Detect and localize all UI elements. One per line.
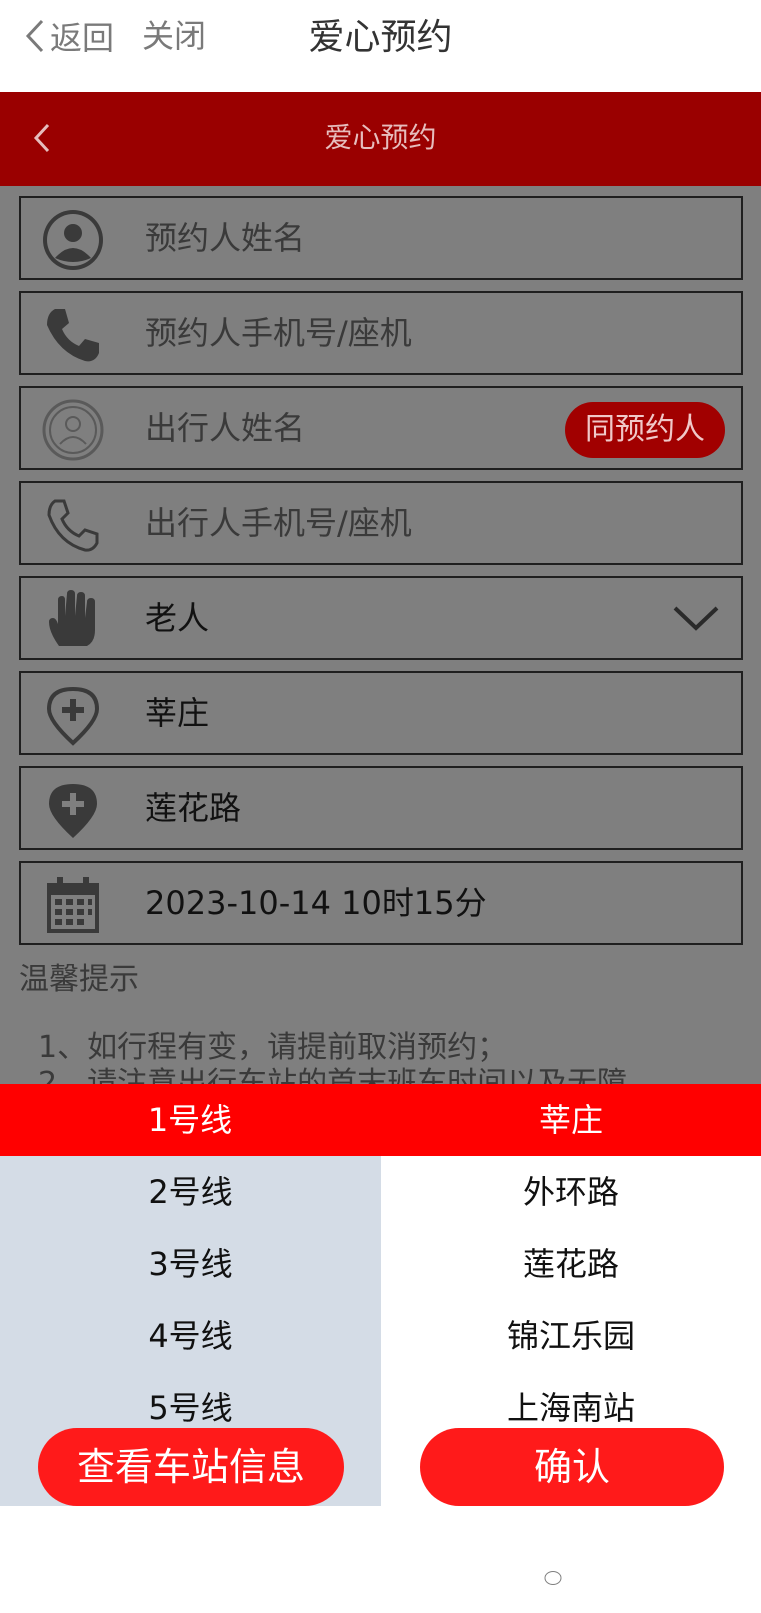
same-as-booker-button[interactable]: 同预约人: [565, 402, 725, 458]
line-option[interactable]: 3号线: [0, 1228, 381, 1300]
person-icon: [43, 210, 103, 270]
watermark: 上海地铁shmetro: [536, 1560, 733, 1592]
chevron-down-icon: [673, 606, 719, 631]
start-station-value: 莘庄: [145, 694, 210, 732]
app-header: 爱心预约: [0, 92, 761, 186]
confirm-button[interactable]: 确认: [420, 1428, 724, 1506]
station-picker: 1号线 莘庄 2号线 3号线 4号线 5号线 6号线 外环路 莲花路 锦江乐园 …: [0, 1084, 761, 1613]
passenger-type-value: 老人: [145, 599, 210, 637]
booker-phone-placeholder: 预约人手机号/座机: [145, 314, 412, 352]
top-nav-bar: 返回 关闭 爱心预约: [0, 0, 761, 92]
selected-line[interactable]: 1号线: [0, 1098, 380, 1142]
line-option[interactable]: 4号线: [0, 1300, 381, 1372]
wechat-icon: [537, 1566, 562, 1585]
end-station-field[interactable]: 莲花路: [19, 766, 743, 850]
tips-title: 温馨提示: [19, 962, 139, 997]
phone-outline-icon: [47, 499, 99, 552]
traveler-name-placeholder: 出行人姓名: [145, 409, 306, 447]
location-plus-outline-icon: [46, 686, 100, 746]
line-option[interactable]: 2号线: [0, 1156, 381, 1228]
location-plus-filled-icon: [49, 784, 97, 838]
tip-item: 1、如行程有变，请提前取消预约；: [38, 1030, 508, 1065]
view-station-info-button[interactable]: 查看车站信息: [38, 1428, 344, 1506]
station-option[interactable]: 外环路: [381, 1156, 761, 1228]
station-option[interactable]: 锦江乐园: [381, 1300, 761, 1372]
passenger-type-select[interactable]: 老人: [19, 576, 743, 660]
calendar-icon: [47, 877, 99, 933]
station-option[interactable]: 莲花路: [381, 1228, 761, 1300]
picker-selected-row: 1号线 莘庄: [0, 1084, 761, 1156]
hand-icon: [49, 590, 95, 646]
traveler-name-field[interactable]: 出行人姓名 同预约人: [19, 386, 743, 470]
booker-phone-field[interactable]: 预约人手机号/座机: [19, 291, 743, 375]
traveler-phone-placeholder: 出行人手机号/座机: [145, 504, 412, 542]
end-station-value: 莲花路: [145, 789, 242, 827]
person-outline-icon: [42, 399, 104, 461]
datetime-value: 2023-10-14 10时15分: [145, 884, 487, 922]
page-title: 爱心预约: [308, 17, 453, 58]
selected-station[interactable]: 莘庄: [381, 1098, 761, 1142]
booking-form: 预约人姓名 预约人手机号/座机 出行人姓名 同预约人 出行人手机号/座机 老人: [19, 196, 743, 956]
start-station-field[interactable]: 莘庄: [19, 671, 743, 755]
phone-icon: [47, 309, 99, 362]
booker-name-field[interactable]: 预约人姓名: [19, 196, 743, 280]
booker-name-placeholder: 预约人姓名: [145, 219, 306, 257]
datetime-field[interactable]: 2023-10-14 10时15分: [19, 861, 743, 945]
header-title: 爱心预约: [324, 121, 437, 154]
watermark-text: 上海地铁shmetro: [570, 1565, 733, 1590]
traveler-phone-field[interactable]: 出行人手机号/座机: [19, 481, 743, 565]
